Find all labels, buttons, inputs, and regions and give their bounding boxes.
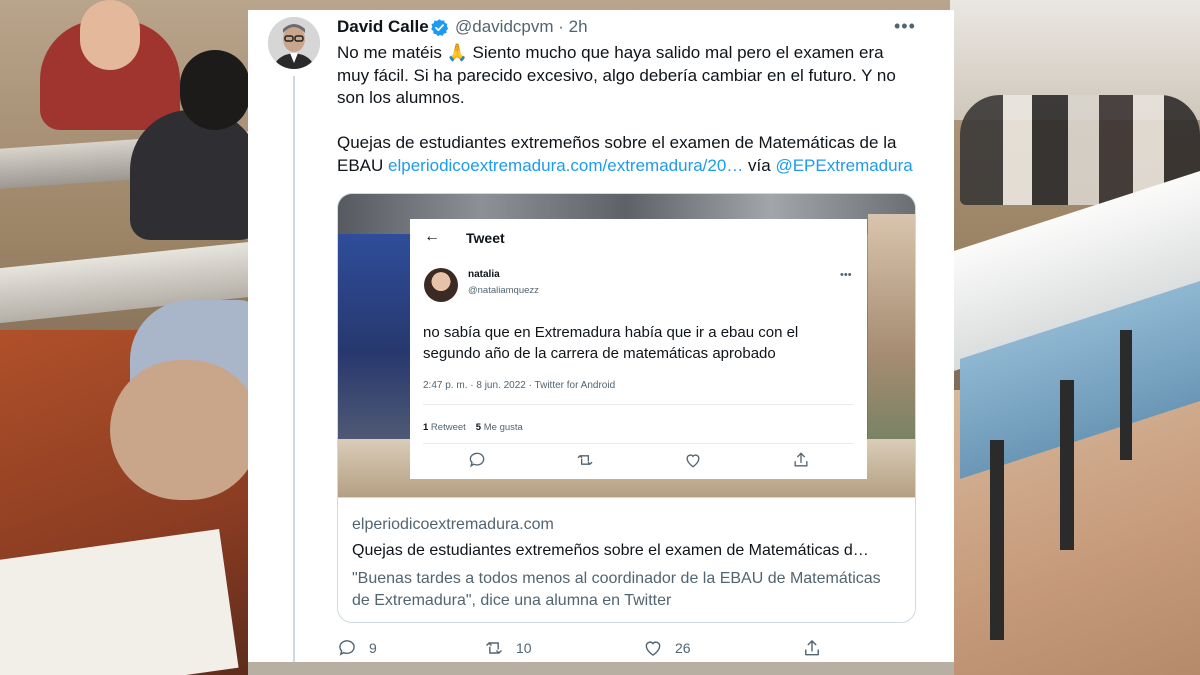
verified-badge-icon (431, 19, 449, 37)
author-handle[interactable]: @davidcpvm (455, 17, 554, 36)
link-preview-info[interactable]: elperiodicoextremadura.com Quejas de est… (338, 497, 915, 622)
tweet-text-line: son los alumnos. (337, 88, 465, 107)
tweet-time[interactable]: 2h (569, 17, 588, 36)
background-student-hair (180, 50, 250, 130)
background-student-arm (110, 360, 260, 500)
tweet-text-line: Quejas de estudiantes extremeños sobre e… (337, 133, 897, 152)
background-strip (248, 662, 954, 675)
link-preview-title: Quejas de estudiantes extremeños sobre e… (352, 542, 869, 559)
link-preview-domain: elperiodicoextremadura.com (352, 516, 554, 533)
embedded-tweet-text: no sabía que en Extremadura había que ir… (423, 324, 799, 362)
embedded-author-name: natalia (468, 269, 500, 280)
retweet-icon (486, 642, 502, 654)
like-count: 26 (675, 640, 691, 656)
embedded-more-icon: ••• (840, 269, 852, 281)
reply-icon (339, 640, 355, 656)
heart-icon (686, 454, 700, 468)
embedded-tweet-meta: 2:47 p. m. · 8 jun. 2022 · Twitter for A… (423, 380, 616, 391)
background-desk-leg (1060, 380, 1074, 550)
embedded-tweet-screenshot: ← Tweet natalia @nataliamquezz ••• no sa… (410, 219, 867, 479)
back-arrow-icon: ← (424, 228, 440, 245)
tweet-text-line: muy fácil. Si ha parecido excesivo, algo… (337, 65, 896, 85)
thread-line (293, 76, 295, 662)
embedded-header-title: Tweet (466, 230, 505, 246)
reply-icon (469, 452, 485, 468)
author-name[interactable]: David Calle (337, 17, 429, 37)
embedded-like-label: Me gusta (481, 422, 523, 433)
embedded-stats: 1 Retweet 5 Me gusta (423, 422, 523, 433)
divider (423, 443, 854, 444)
person-photo-icon (268, 17, 320, 69)
embedded-author-handle: @nataliamquezz (468, 285, 539, 296)
tweet-actions: 9 10 26 (337, 636, 937, 660)
embedded-avatar (424, 268, 458, 302)
article-link[interactable]: elperiodicoextremadura.com/extremadura/2… (388, 156, 743, 175)
retweet-count: 10 (516, 640, 532, 656)
link-preview-image[interactable]: ← Tweet natalia @nataliamquezz ••• no sa… (338, 194, 915, 497)
author-handle-time[interactable]: @davidcpvm · 2h (455, 17, 588, 37)
tweet-text: No me matéis 🙏 Siento mucho que haya sal… (337, 42, 927, 177)
share-button[interactable] (802, 636, 822, 660)
tweet-text-line: No me matéis 🙏 Siento mucho que haya sal… (337, 43, 884, 62)
share-icon (805, 640, 819, 656)
divider (423, 404, 854, 405)
separator-dot: · (558, 17, 564, 36)
link-preview-card[interactable]: ← Tweet natalia @nataliamquezz ••• no sa… (337, 193, 916, 623)
link-preview-description: "Buenas tardes a todos menos al coordina… (352, 570, 881, 609)
background-student-dark-shirt (130, 110, 260, 240)
via-text: vía (743, 155, 776, 175)
share-icon (794, 452, 808, 467)
tweet-text-line: EBAU elperiodicoextremadura.com/extremad… (337, 155, 927, 178)
embedded-retweet-label: Retweet (428, 422, 466, 433)
background-desk-leg (1120, 330, 1132, 460)
background-desk-leg (990, 440, 1004, 640)
more-options-icon[interactable]: ••• (894, 16, 916, 37)
heart-icon (645, 641, 661, 656)
background-student-head (80, 0, 140, 70)
like-button[interactable]: 26 (643, 636, 691, 660)
reply-count: 9 (369, 640, 377, 656)
author-avatar[interactable] (268, 17, 320, 69)
tweet-card: David Calle @davidcpvm · 2h ••• No me ma… (248, 10, 954, 662)
mention-link[interactable]: @EPExtremadura (775, 156, 912, 175)
retweet-icon (577, 455, 593, 465)
reply-button[interactable]: 9 (337, 636, 377, 660)
retweet-button[interactable]: 10 (484, 636, 532, 660)
tweet-text-fragment: EBAU (337, 155, 389, 175)
